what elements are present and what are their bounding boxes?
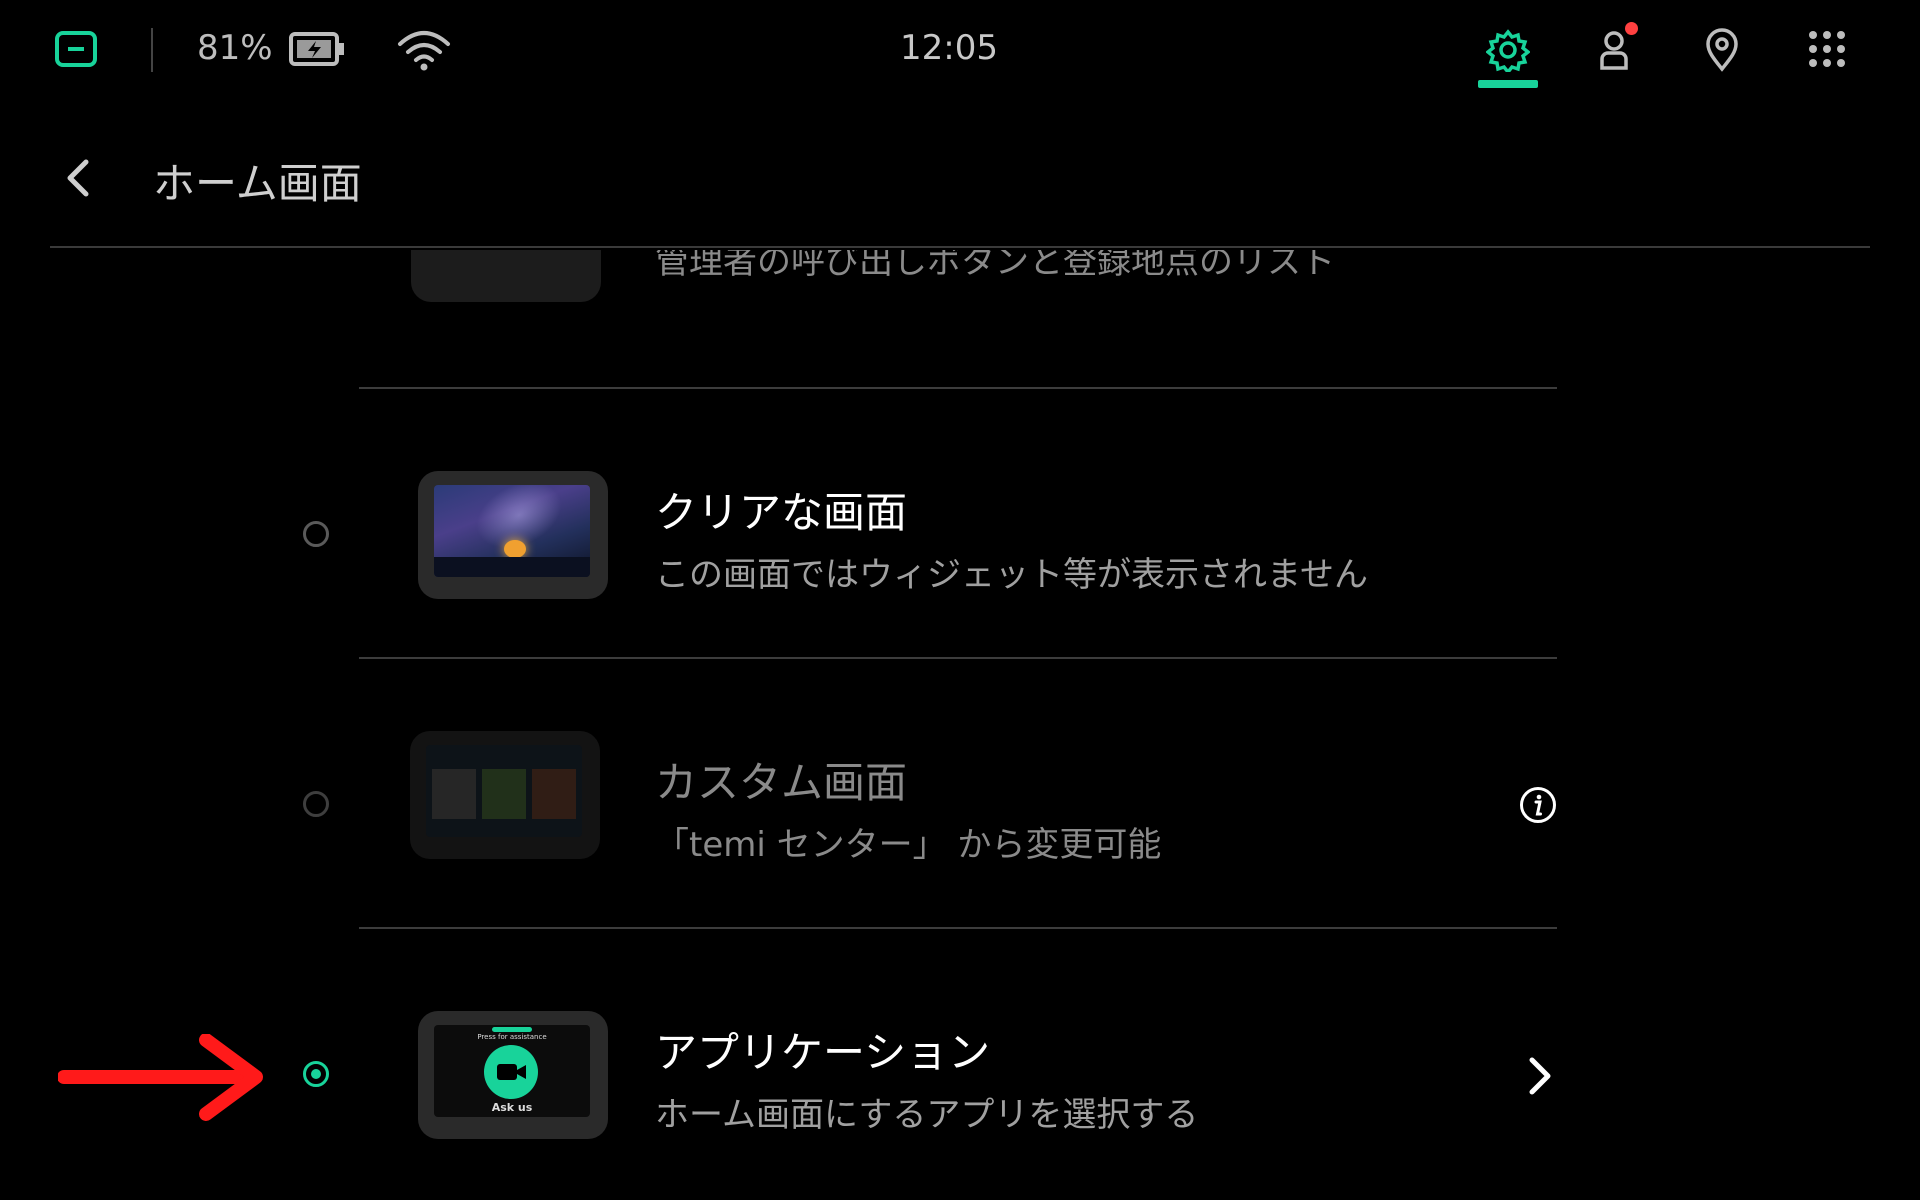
thumbnail-caption: Ask us xyxy=(491,1101,533,1114)
option-title: クリアな画面 xyxy=(655,488,908,537)
option-title: カスタム画面 xyxy=(655,758,908,807)
notification-dot xyxy=(1625,22,1638,35)
battery-percent: 81% xyxy=(197,28,273,68)
clock: 12:05 xyxy=(900,28,998,68)
status-divider xyxy=(151,28,153,72)
annotation-arrow-icon xyxy=(57,1033,268,1128)
radio-button[interactable] xyxy=(303,521,329,547)
radio-button[interactable] xyxy=(303,791,329,817)
location-pin-icon[interactable] xyxy=(1704,28,1740,76)
option-subtitle: 「temi センター」 から変更可能 xyxy=(655,825,1162,865)
option-thumbnail: Press for assistance Ask us xyxy=(418,1011,608,1139)
header-divider xyxy=(50,246,1870,248)
home-screen-icon[interactable] xyxy=(54,30,98,68)
option-row-admin-call[interactable]: 管理者の呼び出しボタンと登録地点のリスト xyxy=(359,250,1557,386)
option-subtitle: ホーム画面にするアプリを選択する xyxy=(655,1095,1199,1135)
option-row-custom-screen[interactable]: カスタム画面 「temi センター」 から変更可能 xyxy=(0,659,1920,927)
settings-gear-icon[interactable] xyxy=(1485,28,1531,76)
option-title: アプリケーション xyxy=(655,1028,991,1077)
video-camera-icon xyxy=(497,1062,527,1086)
option-thumbnail xyxy=(418,471,608,599)
option-thumbnail xyxy=(410,731,600,859)
back-button[interactable] xyxy=(58,154,98,202)
chevron-right-icon[interactable] xyxy=(1526,1055,1554,1101)
page-title: ホーム画面 xyxy=(153,159,362,208)
night-sky-image xyxy=(434,485,590,577)
option-row-clear-screen[interactable]: クリアな画面 この画面ではウィジェット等が表示されません xyxy=(0,389,1920,657)
option-row-application[interactable]: Press for assistance Ask us アプリケーション ホーム… xyxy=(0,929,1920,1200)
wifi-icon xyxy=(396,28,452,76)
status-bar: 81% 12:05 xyxy=(0,0,1920,100)
option-subtitle: 管理者の呼び出しボタンと登録地点のリスト xyxy=(655,250,1335,282)
info-icon[interactable] xyxy=(1519,786,1557,828)
option-thumbnail xyxy=(411,250,601,302)
radio-button-selected[interactable] xyxy=(303,1061,329,1087)
option-subtitle: この画面ではウィジェット等が表示されません xyxy=(655,555,1368,595)
settings-active-indicator xyxy=(1478,80,1538,88)
apps-grid-icon[interactable] xyxy=(1808,30,1846,72)
battery-charging-icon xyxy=(288,30,346,74)
thumbnail-caption-top: Press for assistance xyxy=(477,1033,547,1041)
user-icon[interactable] xyxy=(1598,28,1634,76)
